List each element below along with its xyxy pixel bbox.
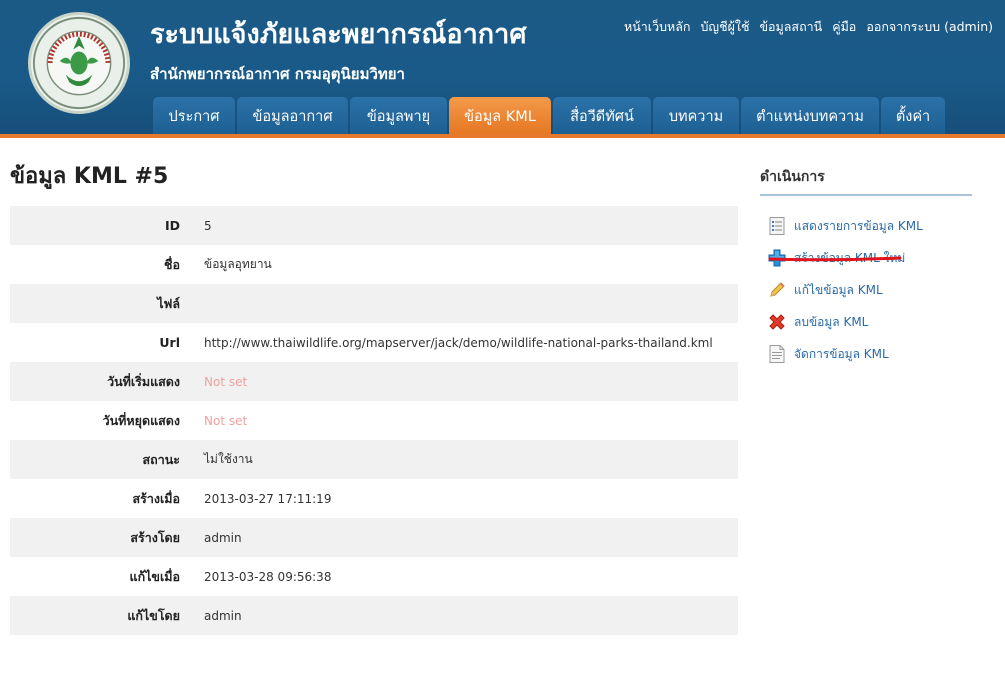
operation-label: แสดงรายการข้อมูล KML <box>794 218 923 233</box>
row-value: http://www.thaiwildlife.org/mapserver/ja… <box>204 335 713 350</box>
list-icon <box>768 217 786 235</box>
tab-video-media[interactable]: สื่อวีดีทัศน์ <box>553 97 651 135</box>
tab-announcements[interactable]: ประกาศ <box>153 97 235 135</box>
top-link-account[interactable]: บัญชีผู้ใช้ <box>701 17 750 37</box>
tab-kml-data[interactable]: ข้อมูล KML <box>449 97 551 135</box>
row-value: ข้อมูลอุทยาน <box>204 257 272 271</box>
row-value <box>192 284 738 323</box>
row-value: 2013-03-28 09:56:38 <box>204 569 332 584</box>
operation-label: ลบข้อมูล KML <box>794 314 869 329</box>
main-tabs: ประกาศ ข้อมูลอากาศ ข้อมูลพายุ ข้อมูล KML… <box>153 97 945 135</box>
tab-storm-data[interactable]: ข้อมูลพายุ <box>350 97 447 135</box>
operation-list-kml[interactable]: แสดงรายการข้อมูล KML <box>760 210 972 242</box>
operation-manage-kml[interactable]: จัดการข้อมูล KML <box>760 338 972 370</box>
table-row: Url http://www.thaiwildlife.org/mapserver… <box>10 323 738 362</box>
row-label: สร้างเมื่อ <box>132 490 181 506</box>
top-link-manual[interactable]: คู่มือ <box>832 17 856 37</box>
pencil-icon <box>768 281 786 299</box>
table-row: วันที่หยุดแสดง Not set <box>10 401 738 440</box>
delete-icon <box>768 313 786 331</box>
department-logo <box>28 12 130 114</box>
table-row: แก้ไขโดย admin <box>10 596 738 635</box>
table-row: สถานะ ไม่ใช้งาน <box>10 440 738 479</box>
operation-label: จัดการข้อมูล KML <box>794 346 889 361</box>
row-label: แก้ไขเมื่อ <box>129 568 180 584</box>
department-seal-icon <box>32 16 126 110</box>
document-icon <box>768 345 786 363</box>
site-subtitle: สำนักพยากรณ์อากาศ กรมอุตุนิยมวิทยา <box>150 65 405 83</box>
tab-weather-data[interactable]: ข้อมูลอากาศ <box>237 97 348 135</box>
row-label: วันที่เริ่มแสดง <box>107 373 180 389</box>
table-row: สร้างโดย admin <box>10 518 738 557</box>
top-link-home[interactable]: หน้าเว็บหลัก <box>624 17 691 37</box>
row-value: 5 <box>204 218 212 233</box>
table-row: ชื่อ ข้อมูลอุทยาน <box>10 245 738 284</box>
top-link-station-data[interactable]: ข้อมูลสถานี <box>759 17 822 37</box>
table-row: ไฟล์ <box>10 284 738 323</box>
page-title: ข้อมูล KML #5 <box>10 164 169 189</box>
row-label: แก้ไขโดย <box>127 607 180 623</box>
row-label: ไฟล์ <box>157 295 180 311</box>
tab-articles[interactable]: บทความ <box>653 97 739 135</box>
row-label: วันที่หยุดแสดง <box>102 412 180 428</box>
table-row: ID 5 <box>10 206 738 245</box>
detail-table: ID 5 ชื่อ ข้อมูลอุทยานไฟล์ Url http://www.tha… <box>10 206 738 635</box>
page: ระบบแจ้งภัยและพยากรณ์อากาศ สำนักพยากรณ์อ… <box>0 0 1005 674</box>
operations-list: แสดงรายการข้อมูล KML สร้างข้อมูล KML ใหม… <box>760 210 972 370</box>
tab-settings[interactable]: ตั้งค่า <box>881 97 945 135</box>
header-accent-bar <box>0 134 1005 138</box>
operation-edit-kml[interactable]: แก้ไขข้อมูล KML <box>760 274 972 306</box>
row-value: ไม่ใช้งาน <box>204 452 253 466</box>
operations-sidebar: ดำเนินการ แสดงรายการข้อมูล KML สร้างข้อม… <box>760 166 972 370</box>
sidebar-title: ดำเนินการ <box>760 166 972 196</box>
operation-label: แก้ไขข้อมูล KML <box>794 282 883 297</box>
row-label: สร้างโดย <box>130 529 180 545</box>
row-value: Not set <box>204 413 248 428</box>
table-row: วันที่เริ่มแสดง Not set <box>10 362 738 401</box>
row-label: สถานะ <box>142 451 180 467</box>
red-annotation-underline <box>768 256 902 262</box>
top-navigation: หน้าเว็บหลัก บัญชีผู้ใช้ ข้อมูลสถานี คู่… <box>624 17 993 37</box>
row-value: 2013-03-27 17:11:19 <box>204 491 332 506</box>
tab-article-positions[interactable]: ตำแหน่งบทความ <box>741 97 879 135</box>
table-row: สร้างเมื่อ 2013-03-27 17:11:19 <box>10 479 738 518</box>
row-value: admin <box>204 608 242 623</box>
row-value: Not set <box>204 374 248 389</box>
top-link-logout[interactable]: ออกจากระบบ (admin) <box>866 17 993 37</box>
row-label: Url <box>159 335 180 350</box>
site-title: ระบบแจ้งภัยและพยากรณ์อากาศ <box>150 19 527 50</box>
row-label: ID <box>164 218 180 233</box>
table-row: แก้ไขเมื่อ 2013-03-28 09:56:38 <box>10 557 738 596</box>
row-value: admin <box>204 530 242 545</box>
row-label: ชื่อ <box>164 256 180 272</box>
header: ระบบแจ้งภัยและพยากรณ์อากาศ สำนักพยากรณ์อ… <box>0 0 1005 138</box>
operation-delete-kml[interactable]: ลบข้อมูล KML <box>760 306 972 338</box>
